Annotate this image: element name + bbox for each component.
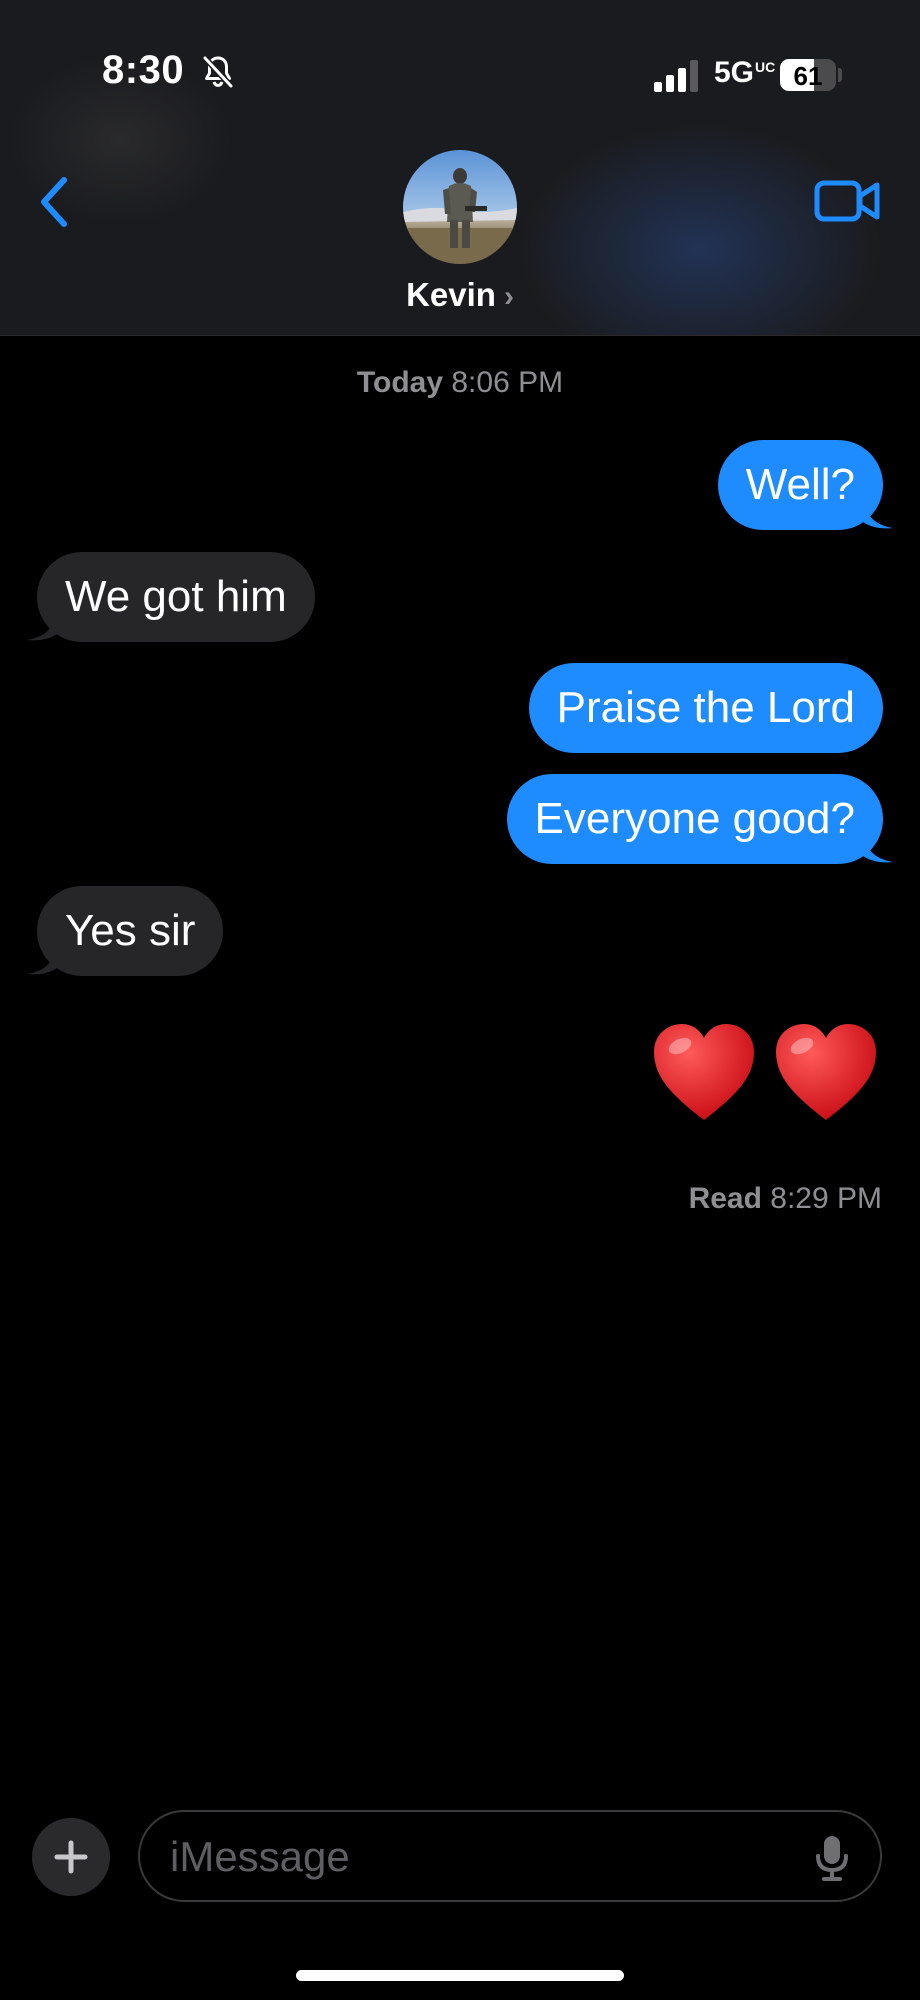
status-time: 8:30 — [102, 48, 185, 92]
message-text: Yes sir — [65, 906, 196, 955]
message-field[interactable] — [138, 1810, 882, 1902]
battery-cap — [838, 68, 842, 82]
battery-icon: 61 — [780, 59, 836, 91]
contact-avatar[interactable] — [403, 150, 517, 264]
home-indicator[interactable] — [296, 1970, 624, 1981]
bubble-tail — [27, 612, 57, 641]
back-button[interactable] — [30, 172, 82, 232]
apps-plus-button[interactable] — [32, 1818, 110, 1896]
contact-name: Kevin — [406, 276, 496, 313]
bubble-tail — [27, 946, 57, 975]
bell-slash-icon — [202, 55, 234, 89]
message-bubble-received[interactable]: We got him — [27, 552, 315, 642]
contact-name-button[interactable]: Kevin › — [0, 276, 920, 314]
microphone-icon[interactable] — [814, 1834, 850, 1882]
video-call-button[interactable] — [814, 178, 880, 224]
plus-icon — [54, 1840, 88, 1874]
red-heart-icon — [654, 1024, 754, 1120]
read-label: Read — [688, 1182, 762, 1215]
message-text: Praise the Lord — [556, 683, 855, 732]
network-subtype: UC — [755, 59, 776, 75]
read-time: 8:29 PM — [770, 1182, 882, 1215]
message-text: We got him — [65, 572, 287, 621]
conversation-timestamp: Today 8:06 PM — [0, 366, 920, 400]
message-bubble-sent[interactable]: Praise the Lord — [528, 663, 883, 753]
bubble-tail — [863, 500, 893, 529]
battery-percent: 61 — [793, 61, 823, 91]
message-input[interactable] — [168, 1826, 772, 1888]
message-text: Well? — [745, 460, 855, 509]
message-text: Everyone good? — [534, 794, 855, 843]
chevron-right-icon: › — [503, 280, 514, 313]
avatar-photo — [403, 150, 517, 264]
read-receipt: Read 8:29 PM — [689, 1182, 882, 1216]
timestamp-time: 8:06 PM — [451, 366, 564, 399]
message-bubble-received[interactable]: Yes sir — [27, 886, 224, 976]
message-bubble-sent[interactable]: Well? — [717, 440, 893, 530]
network-type: 5GUC — [714, 56, 776, 89]
message-bubble-sent[interactable]: Everyone good? — [506, 774, 893, 864]
conversation-header: 8:30 5GUC 61 Kevin › — [0, 0, 920, 336]
timestamp-day: Today — [356, 366, 444, 399]
red-heart-icon — [776, 1024, 876, 1120]
signal-bars-icon — [654, 60, 698, 92]
message-emoji-hearts[interactable] — [650, 1020, 880, 1140]
bubble-tail — [863, 834, 893, 863]
